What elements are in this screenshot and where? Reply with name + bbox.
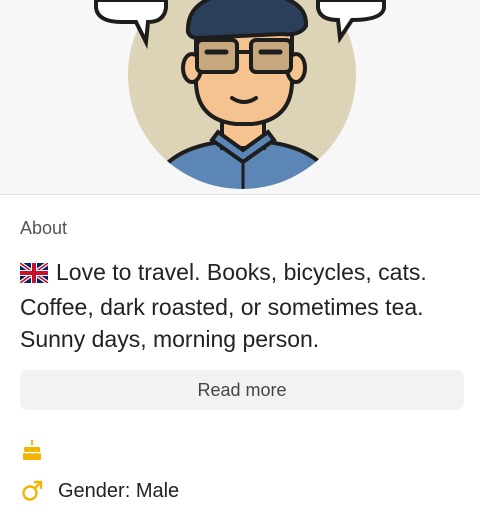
profile-header <box>0 0 480 195</box>
cake-icon <box>20 438 44 462</box>
bio-text: Love to travel. Books, bicycles, cats. C… <box>20 259 427 352</box>
gender-label: Gender: Male <box>58 479 180 502</box>
about-label: About <box>20 218 68 238</box>
avatar-illustration <box>94 0 386 189</box>
birthday-row <box>20 438 58 462</box>
gender-row: Gender: Male <box>20 479 179 503</box>
read-more-button[interactable]: Read more <box>20 370 464 410</box>
bio-text-container: Love to travel. Books, bicycles, cats. C… <box>18 256 470 355</box>
male-icon <box>20 479 44 503</box>
uk-flag-icon <box>18 259 50 291</box>
